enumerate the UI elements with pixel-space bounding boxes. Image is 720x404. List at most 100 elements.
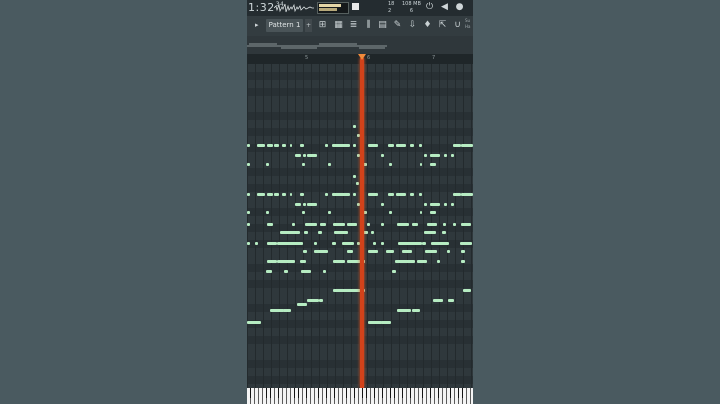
piano-roll-note[interactable] (247, 163, 250, 166)
piano-roll-note[interactable] (325, 193, 328, 196)
piano-roll-note[interactable] (437, 260, 440, 263)
piano-roll-note[interactable] (444, 203, 447, 206)
piano-roll-note[interactable] (371, 231, 374, 234)
piano-roll-note[interactable] (307, 299, 319, 302)
piano-roll-note[interactable] (277, 260, 295, 263)
piano-roll-note[interactable] (333, 223, 345, 226)
piano-roll-note[interactable] (395, 260, 415, 263)
piano-roll-note[interactable] (302, 163, 305, 166)
piano-roll-note[interactable] (461, 260, 465, 263)
piano-roll-note[interactable] (267, 223, 273, 226)
piano-roll-note[interactable] (247, 321, 261, 324)
piano-roll-note[interactable] (461, 144, 473, 147)
magnet-icon[interactable]: ∪ (452, 20, 463, 31)
piano-roll-note[interactable] (461, 250, 465, 253)
piano-roll-note[interactable] (430, 163, 436, 166)
select-icon[interactable]: ⇱ (437, 20, 448, 31)
piano-roll-note[interactable] (447, 250, 450, 253)
piano-roll-note[interactable] (367, 223, 370, 226)
piano-roll-note[interactable] (297, 303, 307, 306)
piano-roll-note[interactable] (342, 242, 354, 245)
piano-roll-note[interactable] (353, 125, 356, 128)
piano-roll-note[interactable] (424, 154, 427, 157)
piano-roll-note[interactable] (410, 193, 414, 196)
piano-roll-note[interactable] (247, 242, 250, 245)
piano-roll-note[interactable] (368, 250, 378, 253)
piano-roll-note[interactable] (412, 223, 418, 226)
piano-roll-note[interactable] (392, 270, 396, 273)
piano-roll-note[interactable] (267, 242, 277, 245)
piano-roll-note[interactable] (451, 154, 454, 157)
piano-roll-note[interactable] (303, 154, 306, 157)
piano-white-key[interactable] (471, 388, 473, 404)
piano-roll-note[interactable] (448, 299, 454, 302)
microphone-icon[interactable]: ● (455, 2, 464, 12)
piano-roll-note[interactable] (373, 242, 376, 245)
piano-roll-note[interactable] (389, 163, 392, 166)
piano-roll-note[interactable] (284, 270, 288, 273)
trash-icon[interactable]: ♦ (422, 20, 433, 31)
piano-roll-note[interactable] (443, 223, 446, 226)
piano-roll-note[interactable] (328, 163, 331, 166)
piano-roll-note[interactable] (334, 231, 348, 234)
piano-roll-note[interactable] (320, 223, 326, 226)
piano-roll-note[interactable] (257, 193, 265, 196)
piano-roll-note[interactable] (274, 144, 279, 147)
piano-roll-note[interactable] (431, 242, 449, 245)
master-volume-knob[interactable] (352, 3, 359, 10)
piano-roll-note[interactable] (396, 144, 406, 147)
piano-roll-note[interactable] (290, 144, 292, 147)
piano-roll-note[interactable] (368, 193, 378, 196)
piano-roll-note[interactable] (266, 211, 269, 214)
piano-roll-note[interactable] (328, 211, 331, 214)
piano-roll-icon[interactable]: ⊞ (317, 20, 328, 31)
pencil-icon[interactable]: ✎ (392, 20, 403, 31)
piano-roll-note[interactable] (332, 242, 336, 245)
paint-icon[interactable]: ⇩ (407, 20, 418, 31)
piano-roll-note[interactable] (388, 193, 394, 196)
pattern-prev-icon[interactable]: ▸ (255, 21, 259, 29)
piano-roll-note[interactable] (295, 203, 301, 206)
pattern-overview-strip[interactable] (247, 36, 473, 54)
piano-roll-note[interactable] (381, 203, 384, 206)
piano-roll-note[interactable] (282, 193, 286, 196)
piano-roll-note[interactable] (368, 144, 378, 147)
piano-roll-note[interactable] (410, 144, 414, 147)
piano-keyboard[interactable] (247, 388, 473, 404)
piano-roll-note[interactable] (301, 270, 311, 273)
piano-roll-note[interactable] (267, 260, 277, 263)
piano-roll-note[interactable] (396, 193, 406, 196)
piano-roll-note[interactable] (453, 223, 456, 226)
piano-roll-note[interactable] (420, 211, 422, 214)
piano-roll-note[interactable] (433, 299, 443, 302)
piano-roll-note[interactable] (318, 231, 322, 234)
piano-roll-note[interactable] (255, 242, 258, 245)
piano-roll-note[interactable] (389, 211, 392, 214)
piano-roll-note[interactable] (420, 163, 422, 166)
piano-roll-note[interactable] (300, 193, 304, 196)
piano-roll-note[interactable] (347, 250, 353, 253)
piano-roll-note[interactable] (274, 193, 279, 196)
piano-roll-note[interactable] (402, 250, 412, 253)
piano-roll-note[interactable] (247, 144, 250, 147)
piano-roll-note[interactable] (304, 231, 308, 234)
piano-roll-note[interactable] (283, 309, 291, 312)
piano-roll-note[interactable] (303, 250, 307, 253)
mixer-icon[interactable]: ≣ (348, 20, 359, 31)
piano-roll-note[interactable] (430, 203, 440, 206)
piano-roll-note[interactable] (427, 223, 437, 226)
piano-roll-note[interactable] (307, 203, 317, 206)
piano-roll-note[interactable] (353, 175, 356, 178)
piano-roll-note[interactable] (314, 250, 328, 253)
piano-roll-note[interactable] (325, 144, 328, 147)
piano-roll-note[interactable] (424, 231, 436, 234)
speaker-icon[interactable]: ◀ (440, 2, 449, 12)
piano-roll-note[interactable] (397, 223, 409, 226)
playlist-icon[interactable]: ▤ (377, 20, 388, 31)
piano-roll-note[interactable] (305, 223, 317, 226)
piano-roll-note[interactable] (430, 211, 436, 214)
piano-roll-note[interactable] (451, 203, 454, 206)
piano-roll-note[interactable] (333, 260, 345, 263)
piano-roll-note[interactable] (332, 144, 350, 147)
piano-roll-note[interactable] (419, 193, 422, 196)
